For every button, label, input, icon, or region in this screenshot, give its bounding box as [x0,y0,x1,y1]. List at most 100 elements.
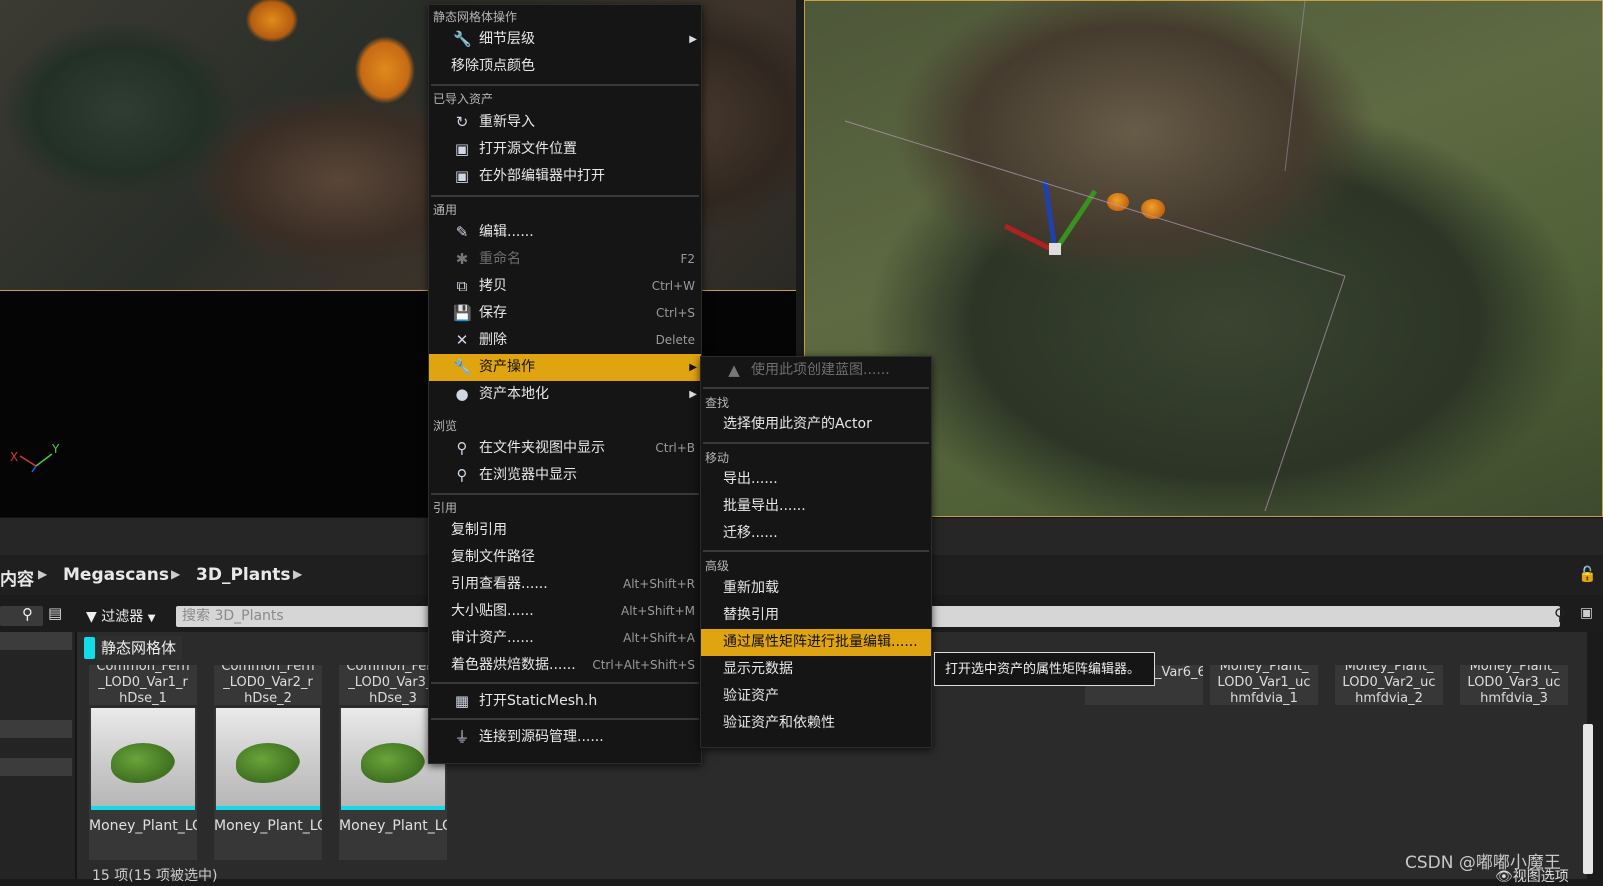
menu-item-size-map[interactable]: 大小贴图...... Alt+Shift+M [429,598,701,625]
menu-item-validate[interactable]: 验证资产 [701,683,931,710]
filter-chip-swatch [84,637,95,659]
watermark: CSDN @嘟嘟小魔王 [1405,853,1561,873]
asset-tile[interactable]: Money_Plant_LOD0_Var4_uchmfdvia_4 [89,708,197,860]
search-icon[interactable]: ⚲ [22,605,33,623]
tooltip: 打开选中资产的属性矩阵编辑器。 [934,652,1155,686]
delete-icon: ✕ [455,331,469,349]
sources-row[interactable] [0,720,72,738]
asset-name: Common_Fern_LOD0_Var1_rhDse_1 [96,665,190,705]
breadcrumb-item[interactable]: 3D_Plants [196,565,291,585]
wrench-icon: 🔧 [453,358,472,376]
breadcrumb-item[interactable]: 内容 [0,565,34,590]
submenu-arrow-icon: ▶ [689,362,697,373]
menu-item-copy-ref[interactable]: 复制引用 [429,517,701,544]
magnifier-icon: ⚲ [456,439,468,457]
asset-tile[interactable]: Money_Plant_LOD0_Var3_uchmfdvia_3 [1460,665,1568,705]
reimport-icon: ↻ [455,113,469,131]
section-header: 引用 [433,501,458,515]
menu-item-select-actor[interactable]: 选择使用此资产的Actor [701,411,931,438]
menu-item-show-metadata[interactable]: 显示元数据 [701,656,931,683]
filter-label: 过滤器 [101,609,144,625]
blueprint-icon: ▲ [728,361,740,379]
menu-item-replace-refs[interactable]: 替换引用 [701,602,931,629]
menu-item-copy[interactable]: ⧉ 拷贝 Ctrl+W [429,273,701,300]
separator [431,718,699,720]
asset-tile[interactable]: Money_Plant_LOD0_Var2_uchmfdvia_2 [1335,665,1443,705]
asset-thumbnail [216,708,320,810]
asset-name: Money_Plant_LOD0_Var5_uchmfdvia_5 [214,818,322,834]
menu-item-remove-vertex-color[interactable]: 移除顶点颜色 [429,53,701,80]
lock-icon[interactable]: 🔓 [1578,565,1597,583]
filter-chip-label: 静态网格体 [101,639,177,657]
code-icon: ▦ [454,692,470,710]
pencil-icon: ✎ [455,223,469,241]
asset-tile[interactable]: Common_Fern_LOD0_Var1_rhDse_1 [89,665,197,705]
menu-item-open-staticmesh[interactable]: ▦ 打开StaticMesh.h [429,688,701,715]
menu-item-reimport[interactable]: ↻ 重新导入 [429,109,701,136]
breadcrumb-arrow-icon[interactable]: ▶ [38,567,47,581]
sources-panel [0,632,77,879]
breadcrumb-item[interactable]: Megascans [63,565,169,585]
submenu-arrow-icon: ▶ [689,34,697,45]
menu-item-localize[interactable]: ● 资产本地化 ▶ [429,381,701,408]
menu-item-lod[interactable]: 🔧 细节层级 ▶ [429,26,701,53]
menu-item-show-in-browser[interactable]: ⚲ 在浏览器中显示 [429,462,701,489]
separator [431,195,699,197]
separator [703,387,929,389]
asset-tile[interactable]: Money_Plant_LOD0_Var1_uchmfdvia_1 [1210,665,1318,705]
sources-row[interactable] [0,632,72,650]
search-icon[interactable]: ⚲ [1554,605,1566,624]
separator [431,493,699,495]
menu-item-asset-actions[interactable]: 🔧 资产操作 ▶ [429,354,701,381]
save-icon: 💾 [453,304,472,322]
sources-row[interactable] [0,758,72,776]
separator [703,550,929,552]
copy-icon: ⧉ [456,277,468,295]
section-header: 静态网格体操作 [433,10,518,24]
separator [703,442,929,444]
menu-item-copy-path[interactable]: 复制文件路径 [429,544,701,571]
save-search-icon[interactable]: ▣ [1580,605,1593,621]
scrollbar[interactable] [1583,724,1593,874]
menu-item-reload[interactable]: 重新加载 [701,575,931,602]
breadcrumb-arrow-icon[interactable]: ▶ [293,567,302,581]
filter-chip[interactable]: 静态网格体 [84,636,183,660]
menu-item-source-control[interactable]: ⏚ 连接到源码管理...... [429,724,701,751]
plug-icon: ⏚ [454,728,470,746]
submenu-arrow-icon: ▶ [689,389,697,400]
menu-item-delete[interactable]: ✕ 删除 Delete [429,327,701,354]
list-view-icon[interactable]: ▤ [48,604,62,622]
status-text: 15 项(15 项被选中) [92,868,218,884]
menu-item-open-source[interactable]: ▣ 打开源文件位置 [429,136,701,163]
menu-item-shader-cook[interactable]: 着色器烘焙数据...... Ctrl+Alt+Shift+S [429,652,701,679]
menu-item-rename[interactable]: ✱ 重命名 F2 [429,246,701,273]
axis-lines-icon [19,453,53,473]
breadcrumb-arrow-icon[interactable]: ▶ [171,567,180,581]
section-header: 高级 [705,559,730,573]
asset-name: Money_Plant_LOD0_Var3_uchmfdvia_3 [1467,665,1561,705]
asset-tile[interactable]: Money_Plant_LOD0_Var5_uchmfdvia_5 [214,708,322,860]
menu-item-migrate[interactable]: 迁移...... [701,520,931,547]
menu-item-ref-viewer[interactable]: 引用查看器...... Alt+Shift+R [429,571,701,598]
rename-icon: ✱ [455,250,469,268]
menu-item-create-blueprint[interactable]: ▲ 使用此项创建蓝图...... [701,357,931,384]
asset-name: Money_Plant_LOD0_Var2_uchmfdvia_2 [1342,665,1436,705]
section-header: 移动 [705,451,730,465]
folder-icon: ▣ [454,140,470,158]
asset-name: Common_Fern_LOD0_Var3_rhDse_3 [346,665,440,705]
asset-name: Money_Plant_LOD0_Var6_uchmfdvia_6 [339,818,447,834]
menu-item-audit[interactable]: 审计资产...... Alt+Shift+A [429,625,701,652]
menu-item-bulk-export[interactable]: 批量导出...... [701,493,931,520]
section-header: 浏览 [433,419,458,433]
menu-item-property-matrix[interactable]: 通过属性矩阵进行批量编辑...... [701,629,931,656]
menu-item-export[interactable]: 导出...... [701,466,931,493]
menu-item-validate-deps[interactable]: 验证资产和依赖性 [701,710,931,737]
asset-tile[interactable]: Common_Fern_LOD0_Var2_rhDse_2 [214,665,322,705]
menu-item-edit[interactable]: ✎ 编辑...... [429,219,701,246]
menu-item-save[interactable]: 💾 保存 Ctrl+S [429,300,701,327]
menu-item-show-in-folder[interactable]: ⚲ 在文件夹视图中显示 Ctrl+B [429,435,701,462]
globe-icon: ● [455,385,469,403]
filter-button[interactable]: ▼ 过滤器 ▼ [86,606,155,626]
external-editor-icon: ▣ [454,167,470,185]
menu-item-open-external[interactable]: ▣ 在外部编辑器中打开 [429,163,701,190]
